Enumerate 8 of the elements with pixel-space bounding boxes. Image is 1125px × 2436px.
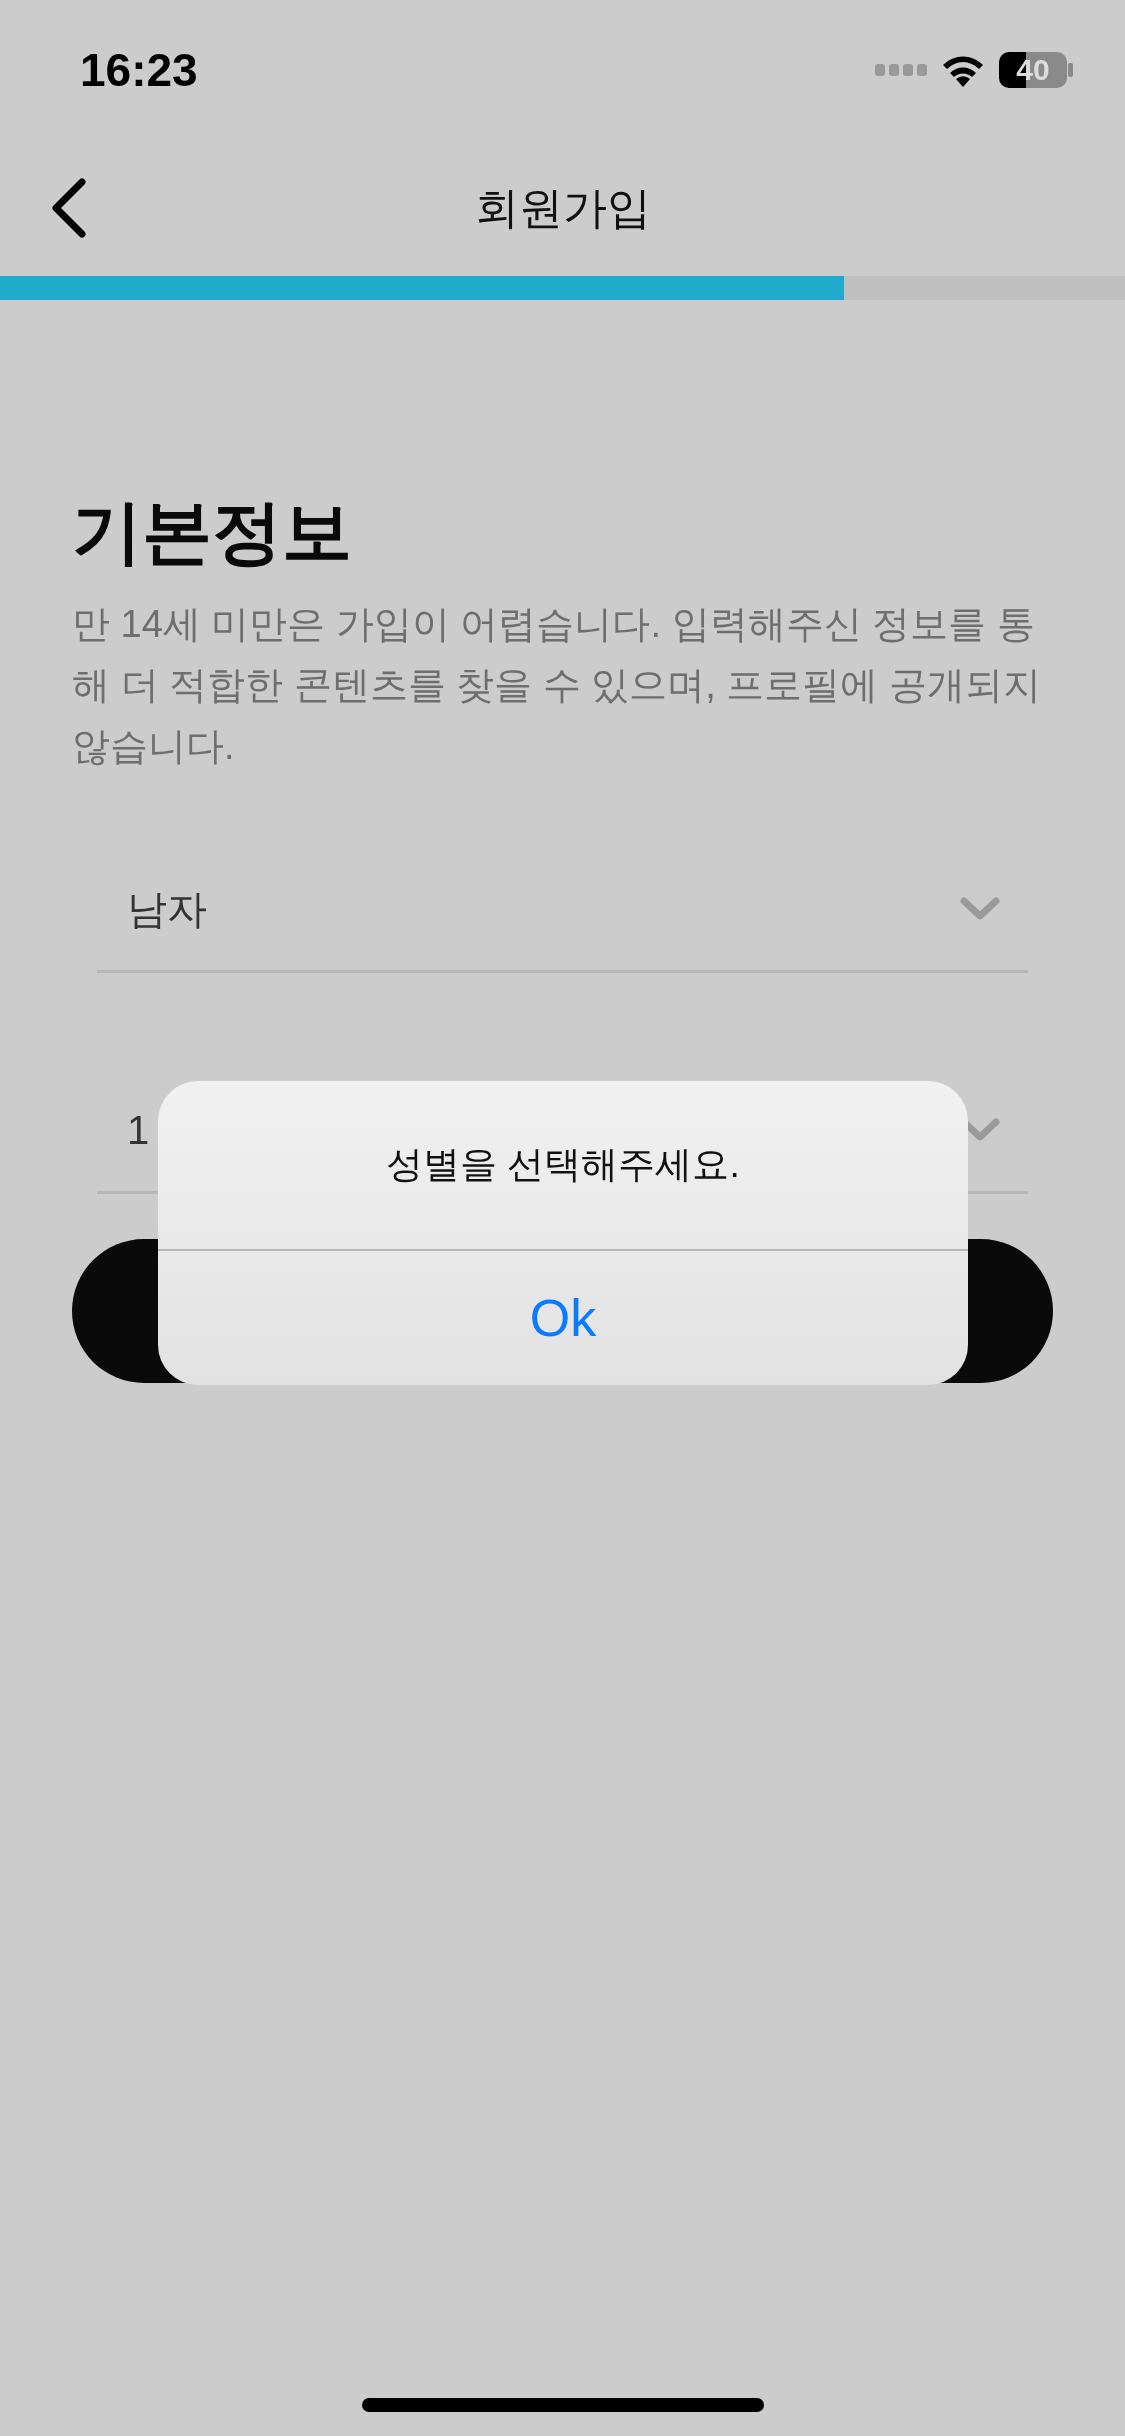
description-text: 만 14세 미만은 가입이 어렵습니다. 입력해주신 정보를 통해 더 적합한 콘텐츠를 찾을 수 있으며, 프로필에 공개되지 않습니다.	[72, 602, 1043, 769]
page-title: 회원가입	[474, 182, 651, 234]
select-field[interactable]: 남자	[97, 847, 1028, 973]
alert-message: 성별을 선택해주세요.	[386, 1143, 740, 1188]
status-time: 16:23	[80, 42, 198, 98]
section-heading: 기본정보	[72, 492, 353, 573]
chevron-down-icon	[960, 896, 1000, 921]
signal-icon	[875, 64, 927, 76]
